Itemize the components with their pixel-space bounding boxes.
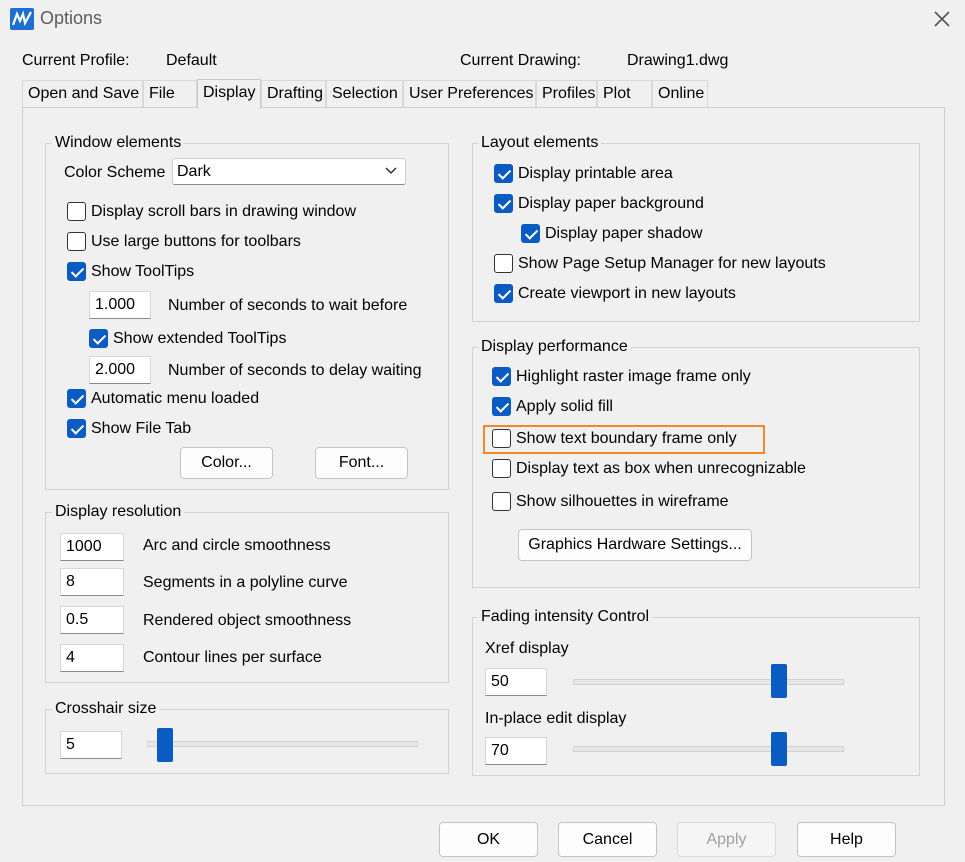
cancel-button[interactable]: Cancel xyxy=(558,822,657,857)
scroll-bars-label: Display scroll bars in drawing window xyxy=(91,203,356,220)
fading-title: Fading intensity Control xyxy=(478,608,653,626)
tab-plot[interactable]: Plot xyxy=(597,80,652,108)
extended-delay-field[interactable]: 2.000 xyxy=(89,356,151,384)
tooltip-wait-field[interactable]: 1.000 xyxy=(89,291,151,319)
display-performance-title: Display performance xyxy=(478,338,631,356)
inplace-edit-field[interactable]: 70 xyxy=(485,737,547,765)
help-button[interactable]: Help xyxy=(797,822,896,857)
extended-tooltips-checkbox[interactable] xyxy=(89,329,108,348)
text-boundary-checkbox[interactable] xyxy=(492,429,511,448)
crosshair-slider-track[interactable] xyxy=(147,741,418,747)
paper-shadow-checkbox[interactable] xyxy=(521,224,540,243)
arc-smoothness-field[interactable]: 1000 xyxy=(60,533,124,561)
xref-display-label: Xref display xyxy=(485,640,569,657)
silhouettes-checkbox[interactable] xyxy=(492,492,511,511)
inplace-slider-thumb[interactable] xyxy=(771,732,787,766)
close-icon[interactable] xyxy=(928,6,956,32)
large-buttons-checkbox[interactable] xyxy=(67,232,86,251)
rendered-smoothness-label: Rendered object smoothness xyxy=(143,612,352,629)
ok-button[interactable]: OK xyxy=(439,822,538,857)
inplace-slider-track[interactable] xyxy=(573,746,844,752)
page-setup-manager-checkbox[interactable] xyxy=(494,254,513,273)
contour-lines-field[interactable]: 4 xyxy=(60,644,124,672)
tab-file[interactable]: File xyxy=(143,80,197,108)
current-drawing-label: Current Drawing: xyxy=(460,52,581,69)
crosshair-size-field[interactable]: 5 xyxy=(60,731,122,759)
tab-drafting[interactable]: Drafting xyxy=(261,80,326,108)
show-file-tab-label: Show File Tab xyxy=(91,420,192,437)
title-bar xyxy=(0,0,965,38)
color-scheme-label: Color Scheme xyxy=(64,164,166,181)
automatic-menu-checkbox[interactable] xyxy=(67,389,86,408)
crosshair-title: Crosshair size xyxy=(52,700,160,718)
page-setup-manager-label: Show Page Setup Manager for new layouts xyxy=(518,255,826,272)
app-logo-icon xyxy=(10,8,34,30)
inplace-edit-label: In-place edit display xyxy=(485,710,627,727)
display-resolution-title: Display resolution xyxy=(52,503,185,521)
font-button[interactable]: Font... xyxy=(315,447,408,479)
show-file-tab-checkbox[interactable] xyxy=(67,419,86,438)
color-button[interactable]: Color... xyxy=(180,447,273,479)
window-elements-title: Window elements xyxy=(52,134,185,152)
contour-lines-label: Contour lines per surface xyxy=(143,649,322,666)
paper-background-label: Display paper background xyxy=(518,195,704,212)
create-viewport-checkbox[interactable] xyxy=(494,284,513,303)
scroll-bars-checkbox[interactable] xyxy=(67,202,86,221)
extended-delay-label: Number of seconds to delay waiting xyxy=(168,362,422,379)
color-scheme-value: Dark xyxy=(177,163,211,180)
text-boundary-label: Show text boundary frame only xyxy=(516,430,737,447)
text-as-box-checkbox[interactable] xyxy=(492,459,511,478)
polyline-segments-label: Segments in a polyline curve xyxy=(143,574,348,591)
show-tooltips-label: Show ToolTips xyxy=(91,263,195,280)
tab-selection[interactable]: Selection xyxy=(326,80,403,108)
solid-fill-label: Apply solid fill xyxy=(516,398,613,415)
raster-frame-label: Highlight raster image frame only xyxy=(516,368,751,385)
arc-smoothness-label: Arc and circle smoothness xyxy=(143,537,331,554)
xref-display-field[interactable]: 50 xyxy=(485,668,547,696)
polyline-segments-field[interactable]: 8 xyxy=(60,568,124,596)
tab-profiles[interactable]: Profiles xyxy=(536,80,597,108)
paper-shadow-label: Display paper shadow xyxy=(545,225,703,242)
crosshair-slider-thumb[interactable] xyxy=(157,728,173,762)
current-profile-label: Current Profile: xyxy=(22,52,130,69)
paper-background-checkbox[interactable] xyxy=(494,194,513,213)
printable-area-checkbox[interactable] xyxy=(494,164,513,183)
xref-slider-track[interactable] xyxy=(573,679,844,685)
automatic-menu-label: Automatic menu loaded xyxy=(91,390,260,407)
tab-user-preferences[interactable]: User Preferences xyxy=(403,80,536,108)
chevron-down-icon xyxy=(385,167,397,175)
tab-open-and-save[interactable]: Open and Save xyxy=(22,80,143,108)
text-as-box-label: Display text as box when unrecognizable xyxy=(516,460,806,477)
current-drawing-value: Drawing1.dwg xyxy=(627,52,729,69)
apply-button[interactable]: Apply xyxy=(677,822,776,857)
create-viewport-label: Create viewport in new layouts xyxy=(518,285,736,302)
printable-area-label: Display printable area xyxy=(518,165,673,182)
xref-slider-thumb[interactable] xyxy=(771,664,787,698)
graphics-hardware-button[interactable]: Graphics Hardware Settings... xyxy=(518,529,752,561)
tab-online[interactable]: Online xyxy=(652,80,708,108)
silhouettes-label: Show silhouettes in wireframe xyxy=(516,493,729,510)
show-tooltips-checkbox[interactable] xyxy=(67,262,86,281)
layout-elements-title: Layout elements xyxy=(478,134,602,152)
tab-display[interactable]: Display xyxy=(197,79,261,109)
tooltip-wait-label: Number of seconds to wait before xyxy=(168,297,408,314)
rendered-smoothness-field[interactable]: 0.5 xyxy=(60,606,124,634)
raster-frame-checkbox[interactable] xyxy=(492,367,511,386)
large-buttons-label: Use large buttons for toolbars xyxy=(91,233,301,250)
color-scheme-select[interactable]: Dark xyxy=(172,158,406,185)
window-title: Options xyxy=(40,8,103,28)
extended-tooltips-label: Show extended ToolTips xyxy=(113,330,287,347)
solid-fill-checkbox[interactable] xyxy=(492,397,511,416)
current-profile-value: Default xyxy=(166,52,217,69)
